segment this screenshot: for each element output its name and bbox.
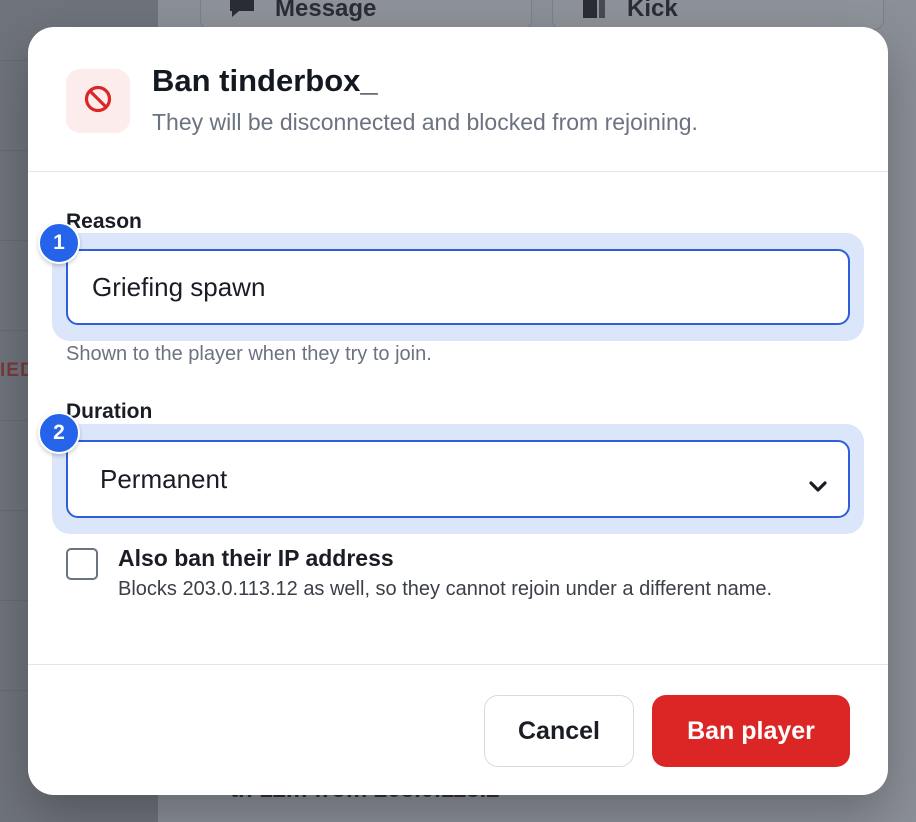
duration-select[interactable]: Permanent (66, 440, 850, 518)
ban-icon (83, 84, 113, 119)
chat-bubble-icon (227, 0, 257, 25)
door-exit-icon (579, 0, 609, 27)
dialog-title: Ban tinderbox_ (152, 63, 378, 98)
step-badge-1: 1 (38, 222, 80, 264)
dialog-subtitle: They will be disconnected and blocked fr… (152, 109, 698, 135)
ban-player-button[interactable]: Ban player (652, 695, 850, 767)
footer-divider (28, 664, 888, 665)
ip-ban-description: Blocks 203.0.113.12 as well, so they can… (118, 578, 773, 600)
duration-selected-value: Permanent (100, 463, 228, 494)
reason-help-text: Shown to the player when they try to joi… (66, 343, 432, 365)
ip-ban-title: Also ban their IP address (118, 545, 394, 571)
kick-button: Kick (552, 0, 884, 30)
step-badge-2: 2 (38, 412, 80, 454)
ip-ban-checkbox[interactable] (66, 548, 98, 580)
reason-input[interactable] (66, 249, 850, 325)
message-button: Message (200, 0, 532, 30)
duration-label: Duration (66, 400, 153, 423)
dialog-header: Ban tinderbox_ They will be disconnected… (28, 27, 888, 172)
kick-button-label: Kick (627, 0, 678, 22)
chevron-down-icon (808, 470, 828, 501)
cancel-button[interactable]: Cancel (484, 695, 634, 767)
ban-icon-container (66, 69, 130, 133)
message-button-label: Message (275, 0, 377, 22)
reason-label: Reason (66, 210, 142, 233)
ban-dialog: Ban tinderbox_ They will be disconnected… (28, 27, 888, 795)
